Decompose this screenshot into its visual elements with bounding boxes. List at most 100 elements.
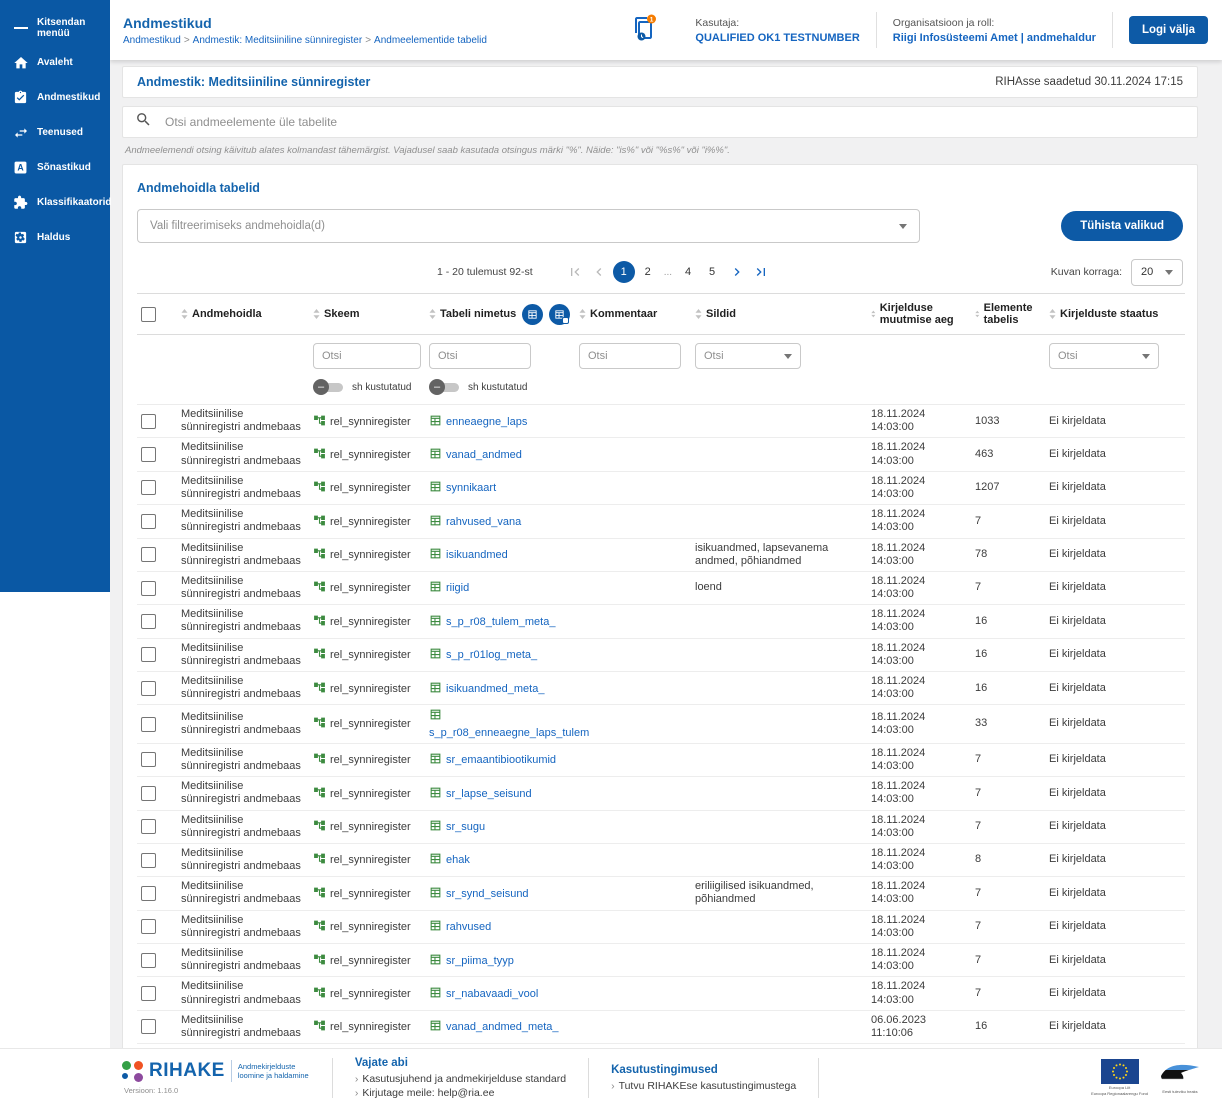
row-checkbox[interactable] (141, 885, 156, 901)
table-link[interactable]: sr_piima_tyyp (446, 955, 514, 967)
table-link[interactable]: sr_sugu (446, 821, 485, 833)
table-link[interactable]: isikuandmed (446, 549, 508, 561)
clipboard-notification-icon[interactable]: 1 (631, 14, 657, 47)
tables-alt-view-icon-button[interactable] (549, 303, 571, 325)
row-checkbox[interactable] (141, 716, 156, 732)
help-link[interactable]: › Kasutusjuhend ja andmekirjelduse standa… (355, 1073, 566, 1085)
table-link[interactable]: riigid (446, 582, 469, 594)
row-checkbox[interactable] (141, 919, 156, 935)
table-link[interactable]: sr_lapse_seisund (446, 788, 532, 800)
row-checkbox[interactable] (141, 413, 156, 429)
row-checkbox[interactable] (141, 580, 156, 596)
page-current[interactable]: 1 (612, 261, 635, 283)
row-checkbox[interactable] (141, 447, 156, 463)
sidebar-item-teenused[interactable]: Teenused (0, 115, 110, 150)
table-link[interactable]: isikuandmed_meta_ (446, 683, 544, 695)
page-number[interactable]: 2 (637, 261, 659, 283)
topbar-right: 1 Kasutaja: QUALIFIED OK1 TESTNUMBER Org… (631, 12, 1208, 48)
prev-page-icon[interactable] (587, 260, 611, 284)
cell-skeem: rel_synniregister (309, 671, 425, 706)
column-header-kommentaar[interactable]: Kommentaar (579, 308, 687, 320)
column-header-skeem[interactable]: Skeem (313, 308, 421, 320)
deleted-toggle-skeem[interactable]: – (313, 379, 345, 395)
breadcrumb-link[interactable]: Andmestik: Meditsiiniline sünniregister (193, 35, 363, 46)
table-link[interactable]: s_p_r01log_meta_ (446, 649, 537, 661)
help-link[interactable]: › Kirjutage meile: help@ria.ee (355, 1087, 566, 1099)
row-checkbox[interactable] (141, 613, 156, 629)
cell-staatus: Ei kirjeldata (1045, 910, 1185, 945)
row-checkbox[interactable] (141, 1019, 156, 1035)
pagination-top: 1 - 20 tulemust 92-st 1 2... 4 5 Kuvan korr… (137, 257, 1183, 287)
cell-tabeli-nimetus: isikuandmed (425, 538, 575, 572)
search-input[interactable] (165, 115, 1185, 129)
row-checkbox[interactable] (141, 819, 156, 835)
filter-input-tabeli-nimetus[interactable]: Otsi (429, 343, 531, 369)
first-page-icon[interactable] (563, 260, 587, 284)
cell-muutmise-aeg: 18.11.2024 14:03:00 (867, 538, 971, 572)
row-checkbox[interactable] (141, 785, 156, 801)
table-link[interactable]: vanad_andmed_meta_ (446, 1021, 559, 1033)
last-page-icon[interactable] (749, 260, 773, 284)
filter-select-sildid[interactable]: Otsi (695, 343, 801, 369)
sidebar-item-sonastikud[interactable]: A Sõnastikud (0, 150, 110, 185)
deleted-toggle-tabel[interactable]: – (429, 379, 461, 395)
select-all-checkbox[interactable] (141, 306, 156, 322)
table-link[interactable]: rahvused (446, 921, 491, 933)
cell-muutmise-aeg: 18.11.2024 14:03:00 (867, 404, 971, 439)
row-checkbox[interactable] (141, 647, 156, 663)
cell-kommentaar (575, 638, 691, 673)
table-link[interactable]: vanad_andmed (446, 449, 522, 461)
sort-icon (1049, 309, 1056, 319)
terms-link[interactable]: › Tutvu RIHAKEse kasutustingimustega (611, 1080, 796, 1092)
sidebar-item-klassifikaatorid[interactable]: Klassifikaatorid (0, 185, 111, 220)
sidebar-item-andmestikud[interactable]: Andmestikud (0, 80, 110, 115)
cell-skeem: rel_synniregister (309, 437, 425, 472)
cell-muutmise-aeg: 18.11.2024 14:03:00 (867, 810, 971, 844)
column-header-sildid[interactable]: Sildid (695, 308, 863, 320)
breadcrumb-link[interactable]: Andmestikud (123, 35, 181, 46)
table-link[interactable]: synnikaart (446, 482, 496, 494)
table-icon (430, 920, 441, 931)
row-checkbox[interactable] (141, 547, 156, 563)
row-checkbox[interactable] (141, 480, 156, 496)
row-checkbox[interactable] (141, 852, 156, 868)
next-page-icon[interactable] (725, 260, 749, 284)
table-link[interactable]: sr_synd_seisund (446, 888, 529, 900)
filter-input-skeem[interactable]: Otsi (313, 343, 421, 369)
sidebar-item-collapse-menu[interactable]: Kitsendan menüü (0, 10, 110, 45)
chevron-down-icon (899, 223, 907, 229)
page-number[interactable]: 5 (701, 261, 723, 283)
logout-button[interactable]: Logi välja (1128, 16, 1208, 44)
filter-input-kommentaar[interactable]: Otsi (579, 343, 681, 369)
row-checkbox[interactable] (141, 680, 156, 696)
column-header-andmehoidla[interactable]: Andmehoidla (181, 308, 305, 320)
sidebar-item-haldus[interactable]: Haldus (0, 220, 110, 255)
table-link[interactable]: ehak (446, 854, 470, 866)
cell-kommentaar (575, 776, 691, 811)
cell-sildid (691, 404, 867, 439)
column-header-kirjelduste-staatus[interactable]: Kirjelduste staatus (1049, 308, 1181, 320)
table-link[interactable]: enneaegne_laps (446, 416, 527, 428)
table-link[interactable]: s_p_r08_enneaegne_laps_tulem (429, 727, 589, 739)
column-header-tabeli-nimetus[interactable]: Tabeli nimetus (429, 303, 571, 325)
column-header-kirjelduse-muutmise-aeg[interactable]: Kirjelduse muutmise aeg (871, 302, 967, 326)
sidebar-item-avaleht[interactable]: Avaleht (0, 45, 110, 80)
tables-view-icon-button[interactable] (522, 303, 544, 325)
table-link[interactable]: rahvused_vana (446, 516, 521, 528)
schema-icon (314, 920, 325, 931)
row-checkbox[interactable] (141, 952, 156, 968)
table-link[interactable]: sr_emaantibiootikumid (446, 754, 556, 766)
filter-select-staatus[interactable]: Otsi (1049, 343, 1159, 369)
table-link[interactable]: sr_nabavaadi_vool (446, 988, 538, 1000)
table-link[interactable]: s_p_r08_tulem_meta_ (446, 616, 555, 628)
schema-icon (314, 954, 325, 964)
storage-multiselect[interactable]: Vali filtreerimiseks andmehoidla(d) (137, 209, 920, 243)
page-number[interactable]: 4 (677, 261, 699, 283)
row-checkbox[interactable] (141, 986, 156, 1002)
rihake-logo-block: RIHAKE Andmekirjelduste loomine ja halda… (122, 1060, 310, 1095)
clear-selection-button[interactable]: Tühista valikud (1061, 211, 1183, 241)
per-page-select[interactable]: 20 (1131, 258, 1183, 286)
column-header-elemente-tabelis[interactable]: Elemente tabelis (975, 302, 1041, 326)
row-checkbox[interactable] (141, 513, 156, 529)
row-checkbox[interactable] (141, 752, 156, 768)
